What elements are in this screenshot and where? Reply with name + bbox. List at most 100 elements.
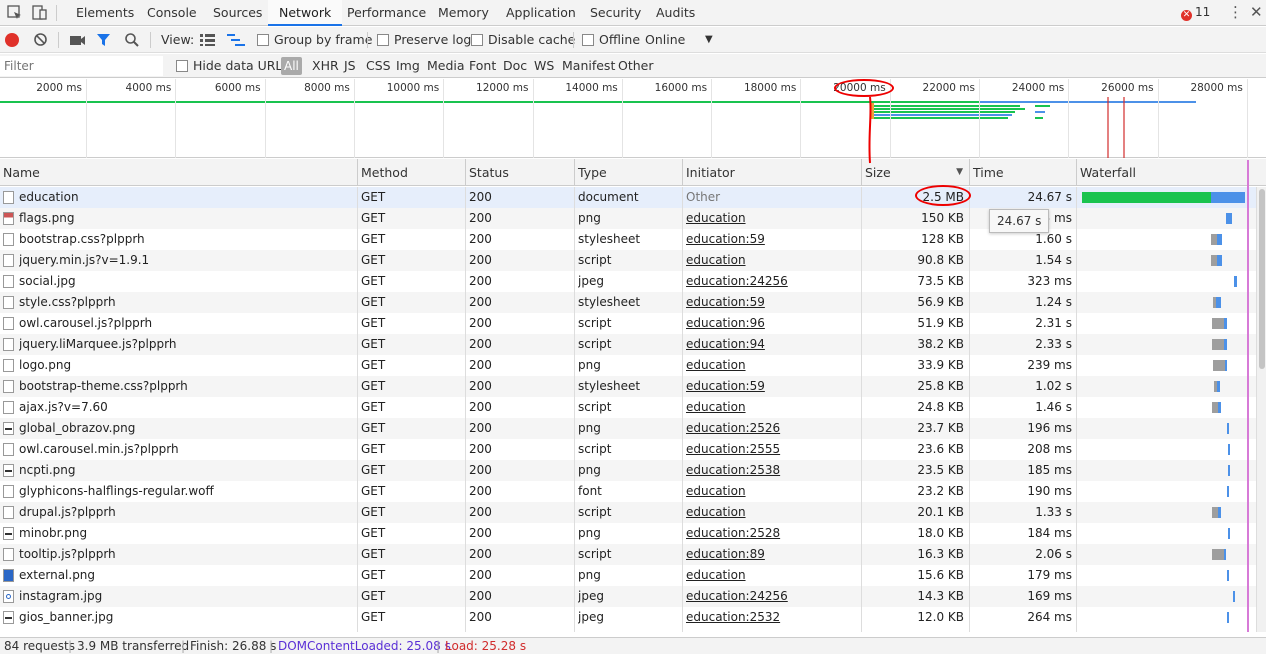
dropdown-arrow-icon: ▼: [705, 34, 713, 45]
tab-console[interactable]: Console: [147, 0, 197, 26]
hide-data-urls-checkbox[interactable]: Hide data URLs: [176, 54, 289, 78]
waterfall-download-bar: [1228, 465, 1230, 476]
cell-initiator[interactable]: education:24256: [686, 586, 856, 607]
screenshot-camera-icon[interactable]: [69, 33, 86, 50]
overview-tick-label: 22000 ms: [922, 82, 975, 94]
cell-initiator[interactable]: education:2532: [686, 607, 856, 628]
record-button[interactable]: [5, 33, 19, 47]
column-header-type[interactable]: Type: [574, 159, 682, 186]
overview-gridline: [353, 79, 355, 158]
filter-type-media[interactable]: Media: [427, 54, 465, 78]
cell-initiator[interactable]: education: [686, 397, 856, 418]
network-summary-bar: 84 requests | 3.9 MB transferred | Finis…: [0, 637, 1266, 654]
clear-icon[interactable]: [33, 32, 48, 50]
cell-status: 200: [469, 526, 492, 540]
device-toolbar-icon[interactable]: [30, 4, 48, 22]
cell-status: 200: [469, 379, 492, 393]
cell-status: 200: [469, 232, 492, 246]
filter-type-other[interactable]: Other: [618, 54, 654, 78]
file-icon: [3, 443, 14, 456]
cell-time: 2.06 s: [1035, 547, 1072, 561]
cell-name: education: [19, 190, 79, 204]
cell-initiator[interactable]: education:94: [686, 334, 856, 355]
cell-initiator[interactable]: education:2528: [686, 523, 856, 544]
cell-method: GET: [361, 190, 386, 204]
column-header-name[interactable]: Name: [0, 159, 357, 186]
waterfall-download-bar: [1226, 213, 1232, 224]
cell-size: 16.3 KB: [917, 547, 964, 561]
cell-initiator[interactable]: education:96: [686, 313, 856, 334]
tab-memory[interactable]: Memory: [438, 0, 489, 26]
waterfall-view-icon[interactable]: [227, 34, 245, 49]
filter-type-ws[interactable]: WS: [534, 54, 554, 78]
checkbox-icon: [257, 34, 269, 46]
error-count-badge[interactable]: ✕ 11: [1181, 5, 1210, 21]
disable-cache-checkbox[interactable]: Disable cache: [471, 27, 575, 53]
filter-type-manifest[interactable]: Manifest: [562, 54, 615, 78]
tab-network[interactable]: Network: [268, 0, 343, 26]
cell-initiator[interactable]: education:2555: [686, 439, 856, 460]
filter-type-js[interactable]: JS: [344, 54, 356, 78]
throttling-select[interactable]: Online ▼: [645, 27, 713, 53]
filter-icon[interactable]: [96, 33, 111, 50]
cell-size: 18.0 KB: [917, 526, 964, 540]
cell-status: 200: [469, 358, 492, 372]
cell-initiator[interactable]: education:2538: [686, 460, 856, 481]
cell-name: instagram.jpg: [19, 589, 103, 603]
more-options-icon[interactable]: ⋮: [1228, 3, 1243, 21]
cell-initiator[interactable]: education: [686, 565, 856, 586]
cell-method: GET: [361, 232, 386, 246]
column-header-size[interactable]: Size ▼: [861, 159, 969, 186]
tab-application[interactable]: Application: [506, 0, 576, 26]
tab-sources[interactable]: Sources: [213, 0, 262, 26]
cell-initiator[interactable]: education: [686, 208, 856, 229]
cell-initiator[interactable]: education:59: [686, 292, 856, 313]
cell-initiator[interactable]: education: [686, 502, 856, 523]
overview-gridline: [1157, 79, 1159, 158]
filter-type-css[interactable]: CSS: [366, 54, 391, 78]
request-list-scrollbar[interactable]: [1256, 187, 1266, 632]
cell-time: 1.24 s: [1035, 295, 1072, 309]
preserve-log-checkbox[interactable]: Preserve log: [377, 27, 471, 53]
cell-initiator[interactable]: education:2526: [686, 418, 856, 439]
network-overview[interactable]: 2000 ms 4000 ms 6000 ms 8000 ms 10000 ms 1200…: [0, 79, 1266, 158]
summary-divider: |: [436, 639, 441, 653]
cell-initiator[interactable]: education: [686, 481, 856, 502]
tab-performance[interactable]: Performance: [347, 0, 426, 26]
cell-initiator[interactable]: education:59: [686, 229, 856, 250]
tab-security[interactable]: Security: [590, 0, 641, 26]
filter-type-font[interactable]: Font: [469, 54, 496, 78]
cell-initiator[interactable]: education:24256: [686, 271, 856, 292]
column-header-time[interactable]: Time: [969, 159, 1076, 186]
offline-checkbox[interactable]: Offline: [582, 27, 640, 53]
tab-elements[interactable]: Elements: [76, 0, 134, 26]
close-devtools-icon[interactable]: ✕: [1250, 3, 1263, 21]
waterfall-download-bar: [1233, 591, 1235, 602]
cell-type: script: [578, 253, 612, 267]
scrollbar-thumb[interactable]: [1259, 189, 1265, 369]
waterfall-download-bar: [1216, 297, 1221, 308]
cell-initiator[interactable]: education:89: [686, 544, 856, 565]
filter-type-xhr[interactable]: XHR: [312, 54, 339, 78]
column-header-status[interactable]: Status: [465, 159, 574, 186]
inspect-element-icon[interactable]: [6, 4, 24, 22]
column-header-waterfall[interactable]: Waterfall: [1076, 159, 1256, 186]
cell-initiator[interactable]: education:59: [686, 376, 856, 397]
search-icon[interactable]: [124, 32, 140, 51]
group-by-frame-checkbox[interactable]: Group by frame: [257, 27, 372, 53]
file-icon: [3, 527, 14, 540]
filter-type-img[interactable]: Img: [396, 54, 420, 78]
filter-input[interactable]: [0, 56, 163, 76]
column-header-initiator[interactable]: Initiator: [682, 159, 861, 186]
cell-size: 51.9 KB: [917, 316, 964, 330]
cell-initiator[interactable]: education: [686, 250, 856, 271]
cell-initiator[interactable]: education: [686, 355, 856, 376]
overview-tick-label: 2000 ms: [36, 82, 82, 94]
filter-type-doc[interactable]: Doc: [503, 54, 527, 78]
error-icon: ✕: [1181, 10, 1192, 21]
tab-audits[interactable]: Audits: [656, 0, 695, 26]
filter-type-all[interactable]: All: [281, 57, 302, 75]
large-rows-icon[interactable]: [200, 34, 215, 49]
view-label: View:: [161, 32, 195, 47]
column-header-method[interactable]: Method: [357, 159, 465, 186]
